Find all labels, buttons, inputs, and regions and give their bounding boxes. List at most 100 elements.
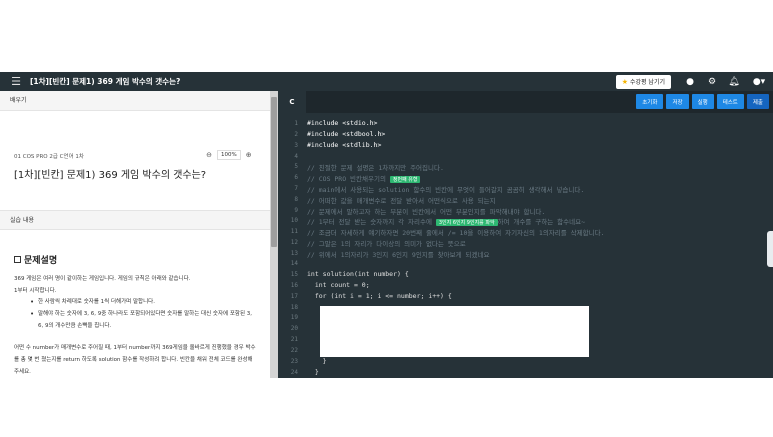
tab-c[interactable]: C [278,91,306,113]
line-number: 6 [294,174,298,181]
code-line: int count = 0; [307,281,370,289]
line-number: 24 [290,369,298,376]
code-text: int solution(int number) { [307,270,409,278]
code-line: } [307,357,327,365]
line-number: 1 [294,120,298,127]
submit-button[interactable]: 제출 [746,94,769,109]
code-line: #include <stdio.h> [307,119,377,127]
code-text: // COS PRO 빈칸채우기의 [307,175,386,183]
code-line: // 위에서 1의자리가 3인지 6인지 9인지를 찾아보게 되겠네요 [307,249,489,259]
section-header-learn: 배우기 [0,91,270,111]
line-number: 10 [290,217,298,224]
review-button-label: 수강평 남기기 [629,79,665,86]
line-number: 19 [290,314,298,321]
code-text: // main에서 사용되는 solution 함수의 빈칸에 무엇이 들어갈지… [307,186,585,194]
breadcrumb: 01 COS PRO 2급 C언어 1차 [14,154,84,160]
reset-button[interactable]: 초기화 [636,94,664,109]
run-button[interactable]: 실행 [691,94,714,109]
line-number: 23 [290,358,298,365]
gear-icon[interactable]: ⚙ [701,77,723,87]
line-number: 9 [294,207,298,214]
line-number: 18 [290,304,298,311]
side-panel-handle[interactable] [767,231,773,267]
code-line: // 어떠한 값을 매개변수로 전달 받아서 어떤식으로 사용 되는지 [307,195,496,205]
code-text: // 문제에서 말하고자 하는 부분이 빈칸에서 어떤 부분인지를 파악해내야 … [307,208,546,216]
highlight-badge: 정번째 유형 [389,176,421,183]
code-text: // 1부터 전달 받는 숫자까지 각 자리수에 [307,218,432,226]
code-line: // COS PRO 빈칸채우기의 정번째 유형 [307,173,421,183]
topbar-actions: ★ 수강평 남기기 ● ⚙ 🔔︎ ●▾ [615,72,773,91]
code-line: // 1부터 전달 받는 숫자까지 각 자리수에 3인지 6인지 9인지를 파악… [307,216,585,226]
scrollbar-thumb[interactable] [271,97,277,247]
line-number: 7 [294,185,298,192]
code-text: // 위에서 1의자리가 3인지 6인지 9인지를 찾아보게 되겠네요 [307,251,490,259]
problem-heading-text: 문제설명 [24,256,58,266]
highlight-badge: 3인지 6인지 9인지를 파악 [435,219,498,226]
code-line: // 문제에서 말하고자 하는 부분이 빈칸에서 어떤 부분인지를 파악해내야 … [307,206,545,216]
list-item: 한 사람씩 차례대로 숫자를 1씩 더해가며 말합니다. [30,296,256,308]
line-number: 21 [290,336,298,343]
line-number: 14 [290,260,298,267]
app-frame: ☰ [1차][빈칸] 문제1) 369 게임 박수의 갯수는? ★ 수강평 남기… [0,72,773,378]
line-number: 15 [290,271,298,278]
instructions-panel: 배우기 01 COS PRO 2급 C언어 1차 ⊖ 100% ⊕ [1차][빈… [0,91,270,378]
code-line: for (int i = 1; i <= number; i++) { [307,292,452,300]
line-number: 22 [290,347,298,354]
code-text: 하여 개수를 구하는 함수네요~ [497,218,585,226]
code-text: for (int i = 1; i <= number; i++) { [307,292,452,300]
hamburger-menu-icon[interactable]: ☰ [6,75,26,88]
zoom-control: ⊖ 100% ⊕ [204,150,254,160]
code-text: // 어떠한 값을 매개변수로 전달 받아서 어떤식으로 사용 되는지 [307,197,496,205]
code-line: // 조금더 자세하게 얘기하자면 20번째 줄에서 /= 10을 이용하여 자… [307,227,604,237]
line-number: 17 [290,293,298,300]
answer-blank[interactable] [320,306,589,357]
problem-heading: 문제설명 [14,253,57,266]
code-line: int solution(int number) { [307,270,409,278]
panel-splitter[interactable] [270,91,278,378]
line-number: 16 [290,282,298,289]
user-icon[interactable]: ●▾ [745,77,773,87]
code-text: #include <stdbool.h> [307,130,386,138]
review-button[interactable]: ★ 수강평 남기기 [615,74,671,89]
lesson-title: [1차][빈칸] 문제1) 369 게임 박수의 갯수는? [30,77,181,86]
line-number: 4 [294,153,298,160]
line-number: 2 [294,131,298,138]
code-text: #include <stdio.h> [307,119,378,127]
line-number: 12 [290,239,298,246]
zoom-level: 100% [217,150,241,160]
code-line: // 친절한 문제 설명은 1차까지만 주어집니다. [307,162,444,172]
line-number: 5 [294,163,298,170]
info-icon[interactable]: ● [679,77,701,87]
code-line: } [307,368,319,376]
star-icon: ★ [621,77,628,86]
line-number: 13 [290,250,298,257]
code-text: // 그말은 1의 자리가 다이상의 의미가 없다는 뜻으로 [307,240,466,248]
code-line: #include <stdbool.h> [307,130,385,138]
code-text: #include <stdlib.h> [307,141,382,149]
square-icon [14,256,21,263]
line-number: 20 [290,325,298,332]
code-line: #include <stdlib.h> [307,141,381,149]
line-number: 11 [290,228,298,235]
rules-list: 한 사람씩 차례대로 숫자를 1씩 더해가며 말합니다. 말해야 하는 숫자에 … [30,296,256,332]
description-paragraph-1: 369 게임은 여러 명이 같이하는 게임입니다. 게임의 규칙은 아래와 같습… [14,276,191,282]
test-button[interactable]: 테스트 [716,94,744,109]
code-text: } [307,357,327,365]
code-line: // main에서 사용되는 solution 함수의 빈칸에 무엇이 들어갈지… [307,184,584,194]
zoom-out-icon[interactable]: ⊖ [204,150,214,160]
editor-buttons: 초기화 저장 실행 테스트 제출 [636,94,769,109]
code-text: // 조금더 자세하게 얘기하자면 20번째 줄에서 /= 10을 이용하여 자… [307,229,605,237]
zoom-in-icon[interactable]: ⊕ [244,150,254,160]
section-header-practice: 실습 내용 [0,210,270,230]
line-number: 3 [294,142,298,149]
code-text: // 친절한 문제 설명은 1차까지만 주어집니다. [307,164,444,172]
bell-icon[interactable]: 🔔︎ [723,77,745,87]
code-line: // 그말은 1의 자리가 다이상의 의미가 없다는 뜻으로 [307,238,466,248]
description-paragraph-3: 어떤 수 number가 매개변수로 주어질 때, 1부터 number까지 3… [14,345,256,375]
line-number: 8 [294,196,298,203]
top-bar: ☰ [1차][빈칸] 문제1) 369 게임 박수의 갯수는? ★ 수강평 남기… [0,72,773,91]
code-text: int count = 0; [307,281,370,289]
page-title: [1차][빈칸] 문제1) 369 게임 박수의 갯수는? [14,170,207,181]
code-text: } [307,368,319,376]
save-button[interactable]: 저장 [666,94,689,109]
